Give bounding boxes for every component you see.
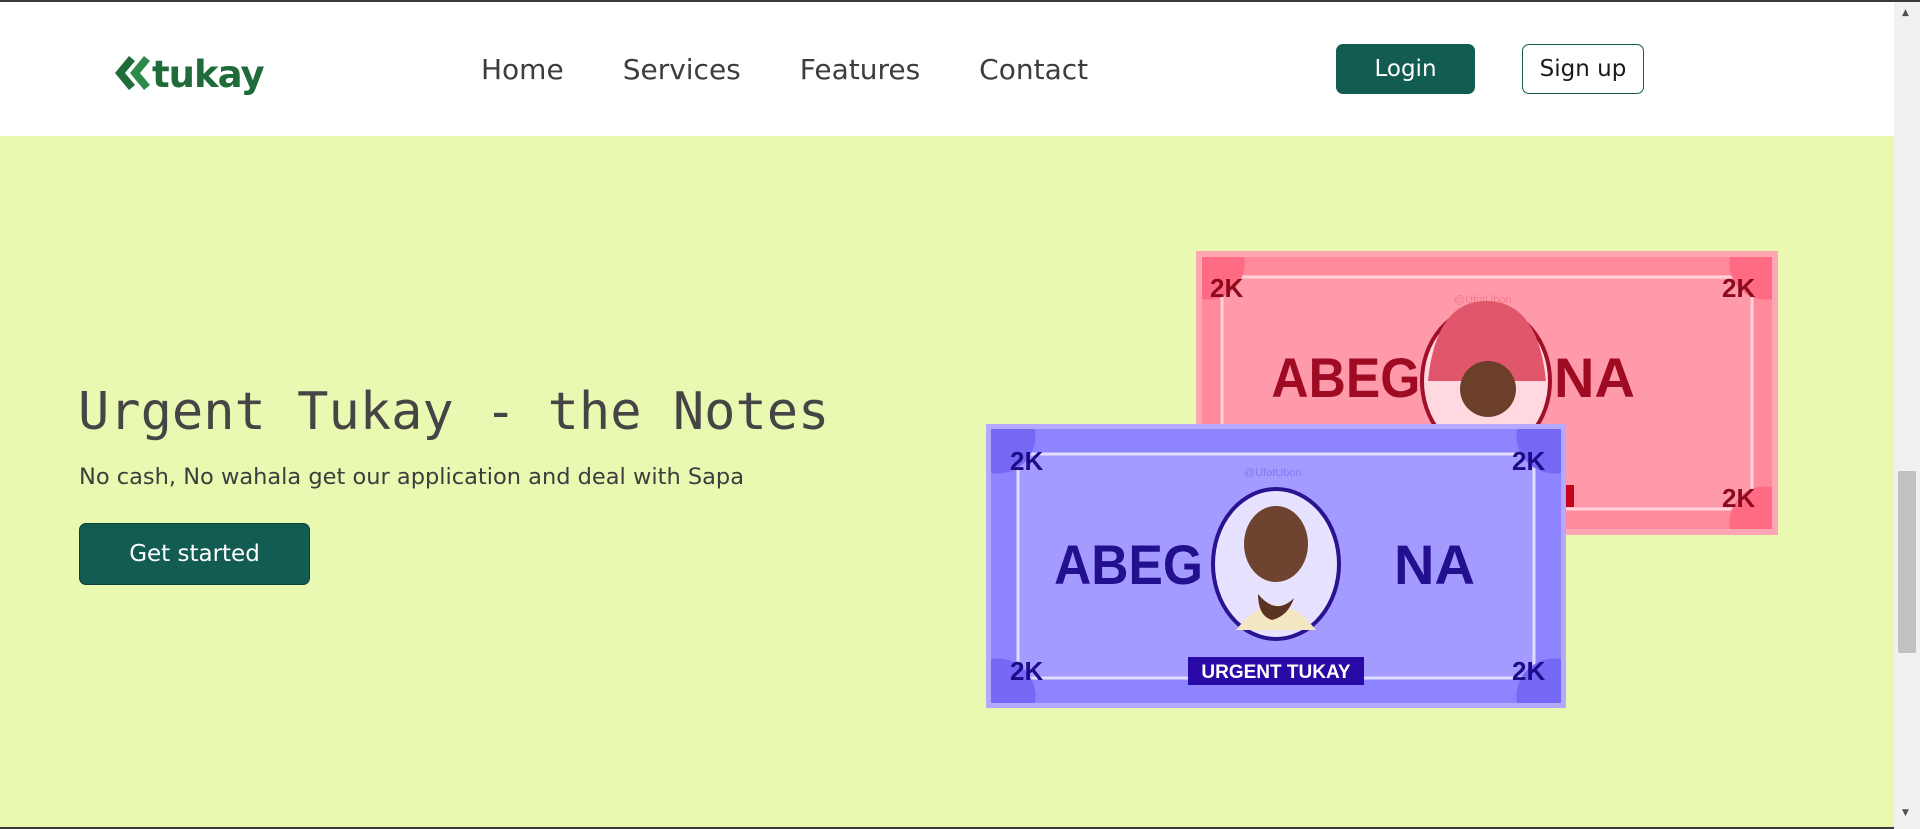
purple-note-right-word: NA (1394, 533, 1475, 596)
scroll-down-arrow-icon[interactable]: ▼ (1902, 808, 1909, 818)
scrollbar-thumb[interactable] (1898, 471, 1916, 653)
nav-home[interactable]: Home (481, 49, 564, 91)
purple-note-denomination-bl: 2K (1010, 656, 1043, 686)
logo-link[interactable]: tukay (112, 50, 265, 98)
purple-note-banner: URGENT TUKAY (1201, 662, 1351, 683)
get-started-button[interactable]: Get started (79, 523, 310, 585)
pink-note-left-word: ABEG (1271, 347, 1420, 409)
nav-contact[interactable]: Contact (979, 49, 1088, 91)
signup-button[interactable]: Sign up (1522, 44, 1644, 94)
chevron-left-logo-icon (115, 56, 150, 90)
hero-title: Urgent Tukay - the Notes (78, 382, 830, 442)
hero-subtitle: No cash, No wahala get our application a… (79, 464, 744, 490)
purple-note-left-word: ABEG (1054, 534, 1203, 596)
purple-note-denomination-br: 2K (1512, 656, 1545, 686)
purple-banknote-image: 2K 2K 2K 2K @UfotUbon ABEG NA URGENT TUK… (986, 424, 1566, 708)
pink-note-denomination-tr: 2K (1722, 273, 1755, 303)
purple-note-watermark: @UfotUbon (1244, 467, 1302, 479)
login-button[interactable]: Login (1336, 44, 1475, 94)
scroll-up-arrow-icon[interactable]: ▲ (1902, 8, 1909, 18)
vertical-scrollbar[interactable]: ▲ ▼ (1894, 2, 1920, 829)
pink-note-right-word: NA (1554, 346, 1635, 409)
pink-note-denomination-br: 2K (1722, 483, 1755, 513)
nav-services[interactable]: Services (623, 49, 741, 91)
navbar: tukay Home Services Features Contact Log… (0, 2, 1894, 136)
pink-note-denomination-tl: 2K (1210, 273, 1243, 303)
logo-text: tukay (152, 52, 265, 96)
main-nav: Home Services Features Contact (481, 49, 1147, 91)
purple-note-denomination-tr: 2K (1512, 446, 1545, 476)
purple-note-denomination-tl: 2K (1010, 446, 1043, 476)
nav-features[interactable]: Features (800, 49, 920, 91)
